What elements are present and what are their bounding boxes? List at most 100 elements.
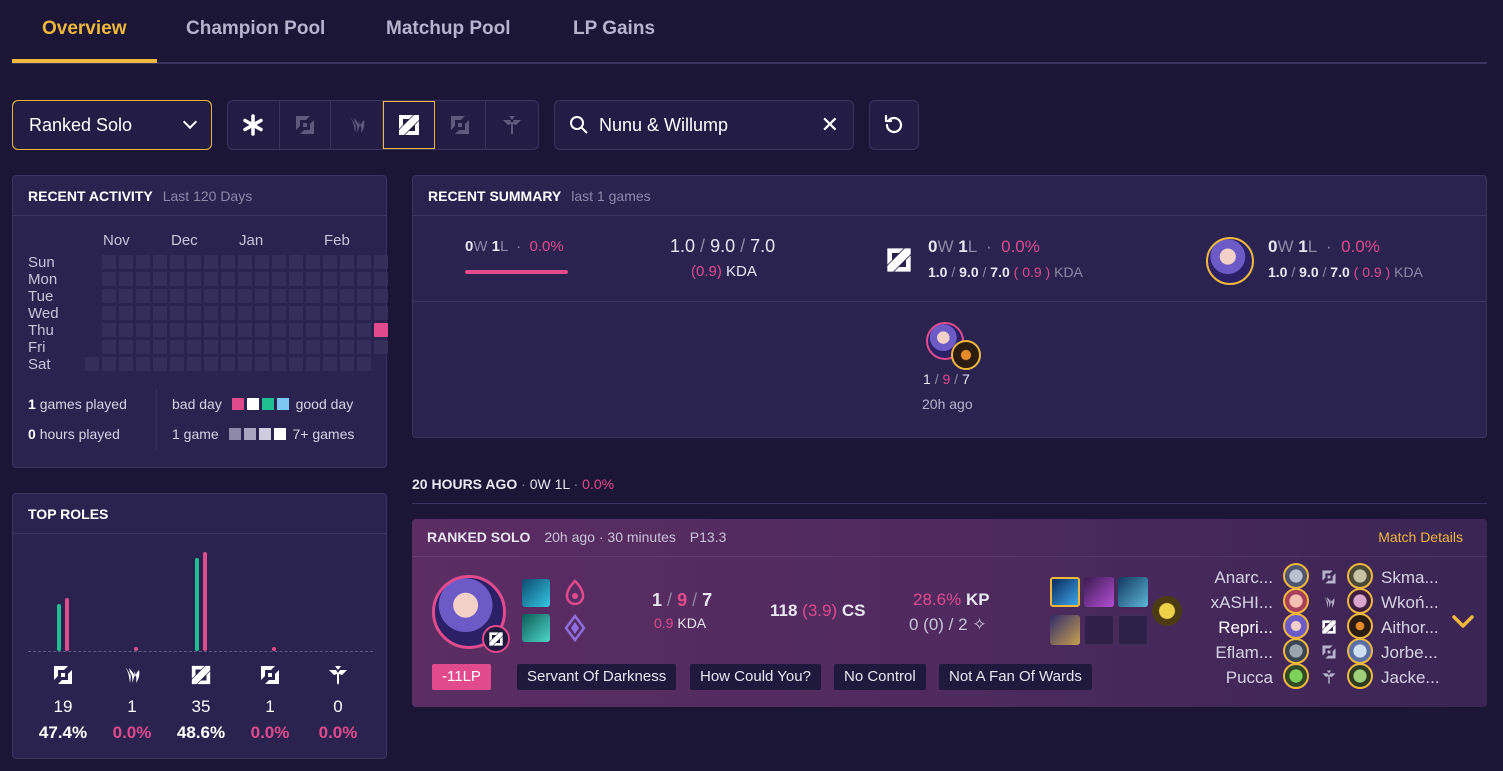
item-slot[interactable] (1084, 577, 1114, 607)
item-slot[interactable] (1050, 577, 1080, 607)
activity-day-cell[interactable] (170, 272, 184, 286)
activity-day-cell[interactable] (306, 340, 320, 354)
activity-day-cell[interactable] (204, 289, 218, 303)
activity-day-cell[interactable] (272, 306, 286, 320)
activity-day-cell[interactable] (170, 340, 184, 354)
tab-lp-gains[interactable]: LP Gains (573, 18, 655, 40)
activity-day-cell[interactable] (357, 357, 371, 371)
activity-day-cell[interactable] (272, 323, 286, 337)
activity-day-cell[interactable] (289, 340, 303, 354)
role-filter-bottom[interactable] (435, 101, 487, 149)
activity-day-cell[interactable] (357, 340, 371, 354)
activity-day-cell[interactable] (374, 340, 388, 354)
activity-day-cell[interactable] (289, 323, 303, 337)
activity-day-cell[interactable] (255, 272, 269, 286)
activity-day-cell[interactable] (136, 357, 150, 371)
activity-day-cell[interactable] (170, 289, 184, 303)
team-right-player[interactable]: Wkoń... (1381, 593, 1439, 613)
activity-day-cell[interactable] (187, 306, 201, 320)
activity-day-cell[interactable] (204, 272, 218, 286)
activity-day-cell[interactable] (357, 289, 371, 303)
role-filter-support[interactable] (486, 101, 538, 149)
activity-day-cell[interactable] (340, 272, 354, 286)
activity-day-cell[interactable] (238, 289, 252, 303)
activity-day-cell[interactable] (85, 357, 99, 371)
team-right-player[interactable]: Skma... (1381, 568, 1439, 588)
activity-day-cell[interactable] (306, 306, 320, 320)
item-slot[interactable] (1118, 577, 1148, 607)
team-left-player[interactable]: Anarc... (1214, 568, 1273, 588)
activity-day-cell[interactable] (221, 272, 235, 286)
activity-day-cell[interactable] (306, 323, 320, 337)
activity-day-cell[interactable] (289, 306, 303, 320)
role-filter-top[interactable] (280, 101, 332, 149)
activity-day-cell[interactable] (136, 340, 150, 354)
activity-day-cell[interactable] (374, 289, 388, 303)
role-filter-all[interactable] (228, 101, 280, 149)
activity-day-cell[interactable] (153, 255, 167, 269)
activity-day-cell[interactable] (323, 306, 337, 320)
activity-day-cell[interactable] (204, 357, 218, 371)
match-details-link[interactable]: Match Details (1378, 529, 1463, 545)
trinket-slot[interactable] (1152, 596, 1182, 626)
activity-day-cell[interactable] (153, 323, 167, 337)
queue-select[interactable]: Ranked Solo (12, 100, 212, 150)
activity-day-cell[interactable] (153, 340, 167, 354)
activity-day-cell[interactable] (272, 289, 286, 303)
activity-day-cell[interactable] (323, 255, 337, 269)
activity-day-cell[interactable] (187, 323, 201, 337)
close-icon[interactable]: ✕ (821, 112, 839, 138)
activity-day-cell[interactable] (221, 323, 235, 337)
activity-day-cell[interactable] (221, 255, 235, 269)
activity-day-cell[interactable] (204, 306, 218, 320)
activity-day-cell[interactable] (136, 289, 150, 303)
activity-day-cell[interactable] (289, 357, 303, 371)
activity-day-cell[interactable] (323, 357, 337, 371)
activity-day-cell[interactable] (136, 323, 150, 337)
team-right-player[interactable]: Aithor... (1381, 618, 1439, 638)
activity-day-cell[interactable] (102, 255, 116, 269)
activity-day-cell[interactable] (255, 340, 269, 354)
team-right-player[interactable]: Jacke... (1381, 668, 1440, 688)
activity-day-cell[interactable] (153, 289, 167, 303)
activity-day-cell[interactable] (102, 357, 116, 371)
activity-day-cell[interactable] (153, 306, 167, 320)
activity-day-cell[interactable] (136, 306, 150, 320)
activity-day-cell[interactable] (272, 340, 286, 354)
activity-day-cell[interactable] (102, 340, 116, 354)
activity-day-cell[interactable] (357, 306, 371, 320)
activity-day-cell[interactable] (170, 255, 184, 269)
activity-day-cell[interactable] (357, 272, 371, 286)
activity-day-cell[interactable] (119, 340, 133, 354)
activity-day-cell[interactable] (255, 357, 269, 371)
activity-day-cell[interactable] (323, 289, 337, 303)
activity-day-cell[interactable] (374, 306, 388, 320)
champion-search[interactable]: Nunu & Willump ✕ (554, 100, 854, 150)
activity-day-cell[interactable] (340, 255, 354, 269)
activity-day-cell[interactable] (204, 255, 218, 269)
activity-day-cell[interactable] (204, 340, 218, 354)
activity-day-cell[interactable] (340, 357, 354, 371)
activity-day-cell[interactable] (306, 272, 320, 286)
activity-day-cell[interactable] (340, 340, 354, 354)
activity-day-cell[interactable] (272, 272, 286, 286)
team-right-player[interactable]: Jorbe... (1381, 643, 1438, 663)
activity-day-cell[interactable] (323, 272, 337, 286)
activity-day-cell[interactable] (102, 289, 116, 303)
activity-day-cell[interactable] (272, 255, 286, 269)
activity-day-cell[interactable] (102, 306, 116, 320)
activity-day-cell[interactable] (187, 272, 201, 286)
activity-day-cell[interactable] (187, 340, 201, 354)
activity-day-cell[interactable] (170, 306, 184, 320)
activity-day-cell[interactable] (119, 323, 133, 337)
activity-day-cell[interactable] (170, 357, 184, 371)
activity-day-cell[interactable] (119, 255, 133, 269)
activity-day-cell[interactable] (221, 357, 235, 371)
activity-day-cell[interactable] (255, 255, 269, 269)
activity-day-cell[interactable] (289, 289, 303, 303)
activity-day-cell[interactable] (340, 289, 354, 303)
activity-day-cell[interactable] (119, 357, 133, 371)
reset-filters-button[interactable] (869, 100, 919, 150)
activity-day-cell[interactable] (136, 272, 150, 286)
activity-day-cell[interactable] (187, 357, 201, 371)
